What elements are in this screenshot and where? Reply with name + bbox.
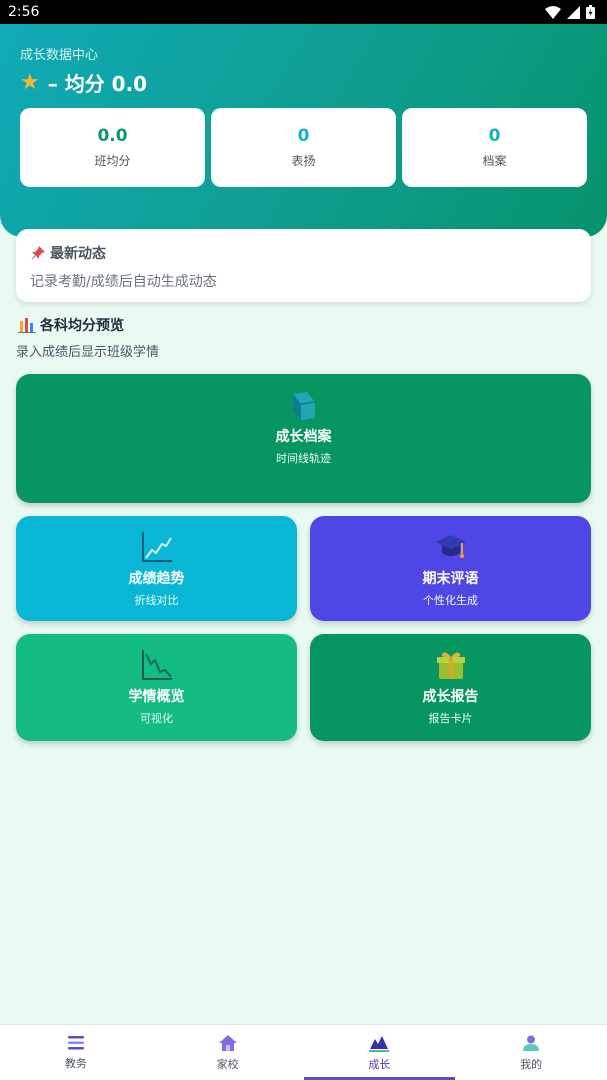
stat-card-class-average[interactable]: 0.0 班均分	[20, 108, 205, 187]
stat-value: 0	[488, 126, 501, 146]
header-subtitle: 成长数据中心	[20, 48, 99, 63]
status-icons	[545, 5, 595, 19]
stat-card-archives[interactable]: 0 档案	[402, 108, 587, 187]
growth-header: 成长数据中心 ★ – 均分 0.0 0.0 班均分 0 表扬 0 档案	[0, 24, 607, 237]
growth-archive-tile[interactable]: 成长档案 时间线轨迹	[16, 374, 591, 503]
tile-title: 成长档案	[275, 429, 332, 445]
tile-title: 期末评语	[422, 571, 479, 587]
preview-subtitle: 录入成绩后显示班级学情	[16, 345, 160, 360]
nav-tab-growth[interactable]: 成长	[303, 1025, 456, 1080]
bottom-navigation: 教务 家校 成长 我的	[0, 1024, 607, 1080]
nav-label: 教务	[64, 1056, 87, 1070]
tile-title: 成长报告	[422, 689, 479, 705]
gift-icon	[434, 648, 468, 682]
tile-subtitle: 时间线轨迹	[276, 452, 331, 465]
stat-label: 档案	[482, 154, 507, 168]
tile-subtitle: 可视化	[140, 712, 173, 725]
learning-overview-tile[interactable]: 学情概览 可视化	[16, 634, 297, 741]
preview-title-row: 各科均分预览	[18, 315, 124, 335]
status-bar: 2:56	[0, 0, 607, 24]
nav-tab-academic[interactable]: 教务	[0, 1025, 152, 1080]
wifi-icon	[545, 5, 561, 19]
stat-value: 0	[297, 126, 310, 146]
news-title: 最新动态	[50, 246, 106, 262]
graduation-cap-icon	[434, 530, 468, 564]
tile-title: 学情概览	[128, 689, 185, 705]
pushpin-icon	[31, 246, 45, 260]
nav-label: 我的	[520, 1057, 543, 1071]
line-chart-up-icon	[140, 530, 174, 564]
stat-label: 班均分	[94, 154, 131, 168]
growth-report-tile[interactable]: 成长报告 报告卡片	[310, 634, 591, 741]
status-time: 2:56	[8, 4, 40, 20]
news-title-row: 最新动态	[30, 243, 106, 263]
stat-value: 0.0	[97, 126, 128, 146]
line-chart-down-icon	[140, 648, 174, 682]
final-comment-tile[interactable]: 期末评语 个性化生成	[310, 516, 591, 621]
stat-row: 0.0 班均分 0 表扬 0 档案	[20, 108, 587, 187]
mountain-chart-icon	[369, 1035, 390, 1052]
nav-tab-profile[interactable]: 我的	[455, 1025, 607, 1080]
tile-subtitle: 报告卡片	[428, 712, 473, 725]
menu-list-icon	[67, 1035, 84, 1049]
stat-label: 表扬	[291, 154, 316, 168]
house-icon	[218, 1034, 237, 1051]
star-icon: ★	[20, 70, 40, 95]
tile-subtitle: 个性化生成	[423, 594, 478, 607]
latest-news-card[interactable]: 最新动态 记录考勤/成绩后自动生成动态	[16, 229, 591, 302]
nav-label: 成长	[368, 1057, 391, 1071]
header-title: – 均分 0.0	[47, 72, 148, 96]
tile-subtitle: 折线对比	[134, 594, 179, 607]
news-text: 记录考勤/成绩后自动生成动态	[30, 274, 217, 290]
header-title-row: ★ – 均分 0.0	[20, 68, 147, 97]
user-icon	[523, 1035, 540, 1051]
folder-icon	[287, 388, 321, 422]
stat-card-praise[interactable]: 0 表扬	[211, 108, 396, 187]
nav-tab-home-school[interactable]: 家校	[152, 1025, 304, 1080]
nav-label: 家校	[216, 1057, 239, 1071]
signal-icon	[567, 5, 580, 19]
bar-chart-icon	[18, 318, 36, 333]
tile-title: 成绩趋势	[128, 571, 185, 587]
battery-icon	[586, 5, 595, 19]
score-trend-tile[interactable]: 成绩趋势 折线对比	[16, 516, 297, 621]
preview-title: 各科均分预览	[40, 318, 124, 334]
